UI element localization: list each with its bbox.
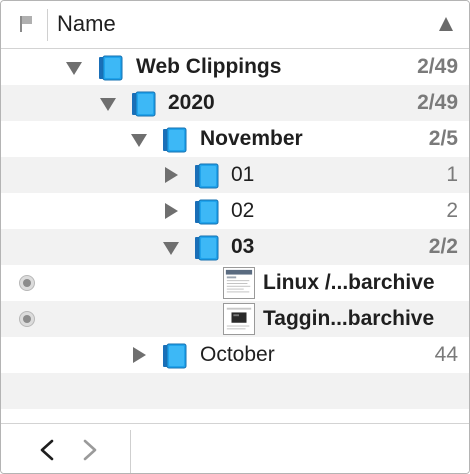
group-folder-icon (163, 127, 187, 153)
outline-row-02[interactable]: 02 2 (1, 193, 469, 229)
header-divider (47, 9, 48, 41)
outline-row-web-clippings[interactable]: Web Clippings 2/49 (1, 49, 469, 85)
outline-list: Web Clippings 2/49 2020 2/49 November 2/… (1, 49, 469, 409)
navigation-toolbar (1, 423, 469, 473)
row-count: 2/49 (417, 91, 458, 114)
row-label: 03 (231, 235, 255, 258)
group-folder-icon (99, 55, 123, 81)
flag-radio-icon[interactable] (19, 311, 35, 327)
outline-row-linux-webarchive[interactable]: Linux /...barchive (1, 265, 469, 301)
disclosure-collapsed-icon[interactable] (133, 347, 146, 363)
group-folder-icon (163, 343, 187, 369)
group-folder-icon (132, 91, 156, 117)
row-count: 2/5 (428, 127, 458, 150)
disclosure-expanded-icon[interactable] (66, 62, 82, 75)
row-count: 2/49 (417, 55, 458, 78)
row-count: 44 (434, 343, 458, 366)
row-label: October (200, 343, 275, 366)
outline-row-2020[interactable]: 2020 2/49 (1, 85, 469, 121)
row-label: 02 (231, 199, 255, 222)
disclosure-expanded-icon[interactable] (163, 242, 179, 255)
chevron-left-icon[interactable] (37, 438, 59, 462)
disclosure-expanded-icon[interactable] (131, 134, 147, 147)
group-folder-icon (195, 199, 219, 225)
row-count: 2/2 (428, 235, 458, 258)
row-label: November (200, 127, 303, 150)
column-header[interactable]: Name (1, 1, 469, 49)
chevron-right-icon[interactable] (79, 438, 101, 462)
outline-row-november[interactable]: November 2/5 (1, 121, 469, 157)
flag-column-icon[interactable] (19, 15, 33, 33)
outline-row-october[interactable]: October 44 (1, 337, 469, 373)
sort-ascending-icon[interactable] (439, 17, 453, 31)
row-label: Taggin...barchive (263, 307, 435, 330)
flag-radio-icon[interactable] (19, 275, 35, 291)
row-label: Web Clippings (136, 55, 282, 78)
disclosure-expanded-icon[interactable] (100, 98, 116, 111)
outline-row-01[interactable]: 01 1 (1, 157, 469, 193)
outline-row-tagging-webarchive[interactable]: Taggin...barchive (1, 301, 469, 337)
name-column-header[interactable]: Name (57, 11, 116, 37)
row-label: 2020 (168, 91, 215, 114)
row-label: Linux /...barchive (263, 271, 435, 294)
disclosure-collapsed-icon[interactable] (165, 167, 178, 183)
webarchive-thumbnail-icon (223, 267, 255, 299)
outline-row-03[interactable]: 03 2/2 (1, 229, 469, 265)
group-folder-icon (195, 163, 219, 189)
row-count: 2 (446, 199, 458, 222)
webarchive-thumbnail-icon (223, 303, 255, 335)
row-count: 1 (446, 163, 458, 186)
disclosure-collapsed-icon[interactable] (165, 203, 178, 219)
group-folder-icon (195, 235, 219, 261)
empty-row (1, 373, 469, 409)
row-label: 01 (231, 163, 255, 186)
document-outline-panel: Name Web Clippings 2/49 2020 2/49 Novemb… (0, 0, 470, 474)
toolbar-divider (130, 430, 131, 473)
